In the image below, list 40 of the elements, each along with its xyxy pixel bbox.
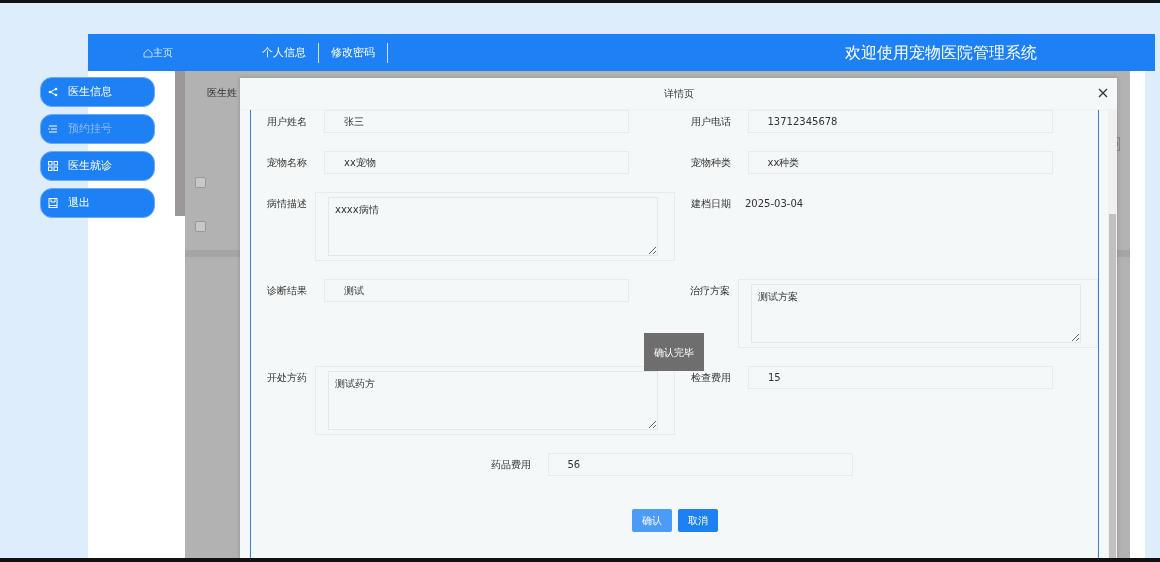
field-label: 病情描述 — [266, 197, 308, 211]
nav-link[interactable]: 修改密码 — [319, 42, 388, 63]
list-icon — [48, 124, 58, 134]
input-field[interactable]: 56 — [547, 453, 853, 476]
field-label: 检查费用 — [690, 371, 732, 385]
input-field[interactable]: 13712345678 — [747, 110, 1053, 133]
cancel-button[interactable]: 取消 — [677, 509, 718, 532]
column-header: 医生姓 — [207, 86, 237, 100]
input-field[interactable]: 张三 — [324, 110, 629, 133]
field-label: 建档日期 — [690, 197, 732, 211]
grid-icon — [48, 161, 58, 171]
close-icon[interactable] — [1098, 88, 1108, 98]
dialog-title: 详情页 — [663, 87, 694, 101]
text-area[interactable]: 测试药方 — [328, 371, 658, 430]
input-field[interactable]: 15 — [748, 366, 1053, 389]
home-icon — [143, 47, 153, 58]
field-label: 诊断结果 — [266, 284, 308, 298]
field-label: 用户姓名 — [266, 115, 308, 129]
field-label: 宠物种类 — [689, 156, 732, 170]
field-label: 治疗方案 — [689, 284, 731, 298]
field-label: 开处方药 — [266, 371, 308, 385]
checkbox[interactable] — [195, 177, 206, 188]
app-title: 欢迎使用宠物医院管理系统 — [845, 41, 1037, 64]
input-field[interactable]: xx宠物 — [324, 151, 629, 174]
toast-message: 确认完毕 — [644, 333, 704, 371]
share-icon — [48, 87, 58, 97]
nav-link[interactable]: 个人信息 — [250, 42, 319, 63]
checkbox[interactable] — [195, 221, 206, 232]
text-area[interactable]: 测试方案 — [751, 284, 1081, 343]
sidebar-item[interactable]: 医生就诊 — [40, 151, 155, 181]
text-area[interactable]: xxxx病情 — [328, 197, 658, 256]
field-label: 用户电话 — [689, 115, 732, 129]
sidebar-item[interactable]: 医生信息 — [40, 77, 155, 107]
book-icon — [48, 198, 58, 208]
input-field[interactable]: 测试 — [324, 279, 629, 302]
field-value: 2025-03-04 — [745, 197, 804, 211]
field-label: 药品费用 — [489, 458, 532, 472]
sidebar-item[interactable]: 退出 — [40, 188, 155, 218]
field-label: 宠物名称 — [266, 156, 308, 170]
input-field[interactable]: xx种类 — [747, 151, 1053, 174]
